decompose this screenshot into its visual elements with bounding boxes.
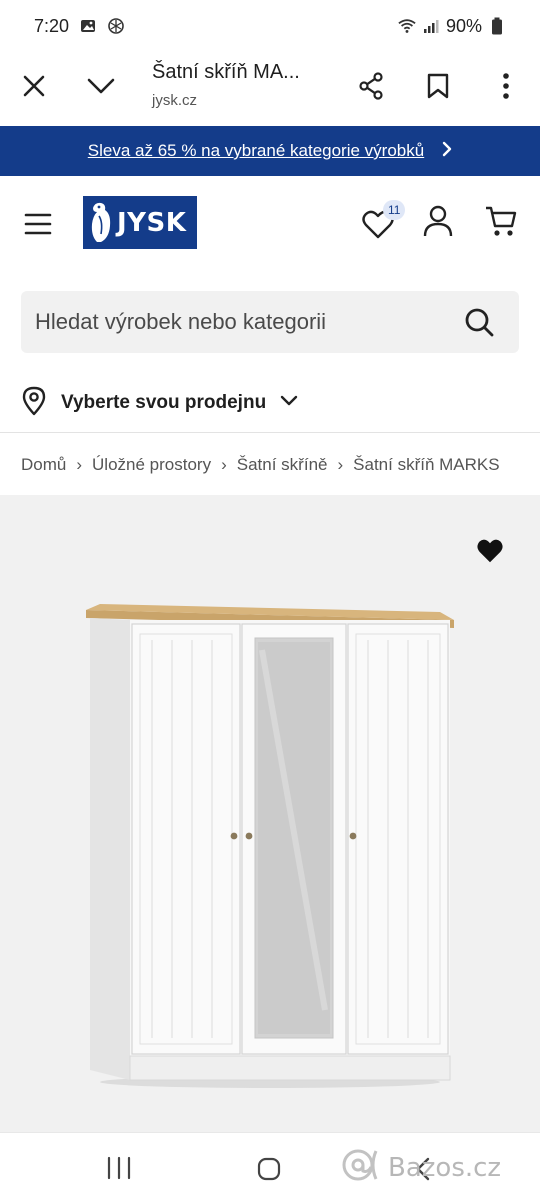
- breadcrumb-separator: ›: [221, 455, 227, 474]
- browser-toolbar: Šatní skříň MA... jysk.cz: [0, 52, 540, 126]
- watermark-text: Bazos.cz: [388, 1153, 502, 1183]
- recent-apps-icon[interactable]: [104, 1155, 134, 1181]
- heart-filled-icon[interactable]: [476, 538, 504, 564]
- status-right: 90%: [398, 16, 506, 37]
- chevron-down-icon: [280, 394, 298, 412]
- chevron-down-icon[interactable]: [75, 60, 127, 112]
- site-header: JYSK 11: [0, 176, 540, 274]
- status-bar: 7:20 90%: [0, 0, 540, 52]
- home-icon[interactable]: [255, 1155, 283, 1183]
- chevron-right-icon: [442, 141, 452, 162]
- breadcrumb-separator: ›: [337, 455, 344, 474]
- store-label: Vyberte svou prodejnu: [61, 392, 267, 413]
- cart-icon[interactable]: [484, 204, 522, 244]
- wishlist-count-badge: 11: [383, 200, 406, 220]
- store-selector[interactable]: Vyberte svou prodejnu: [21, 380, 298, 426]
- status-left: 7:20: [34, 16, 125, 37]
- search-placeholder: Hledat výrobek nebo kategorii: [35, 309, 327, 334]
- divider: [0, 432, 540, 433]
- product-image-area[interactable]: [0, 495, 540, 1132]
- logo-text: JYSK: [117, 207, 187, 238]
- system-nav-bar: Bazos.cz: [0, 1132, 540, 1200]
- watermark-logo-icon: [340, 1145, 384, 1192]
- page-title: Šatní skříň MA...: [152, 61, 300, 83]
- openai-icon: [107, 17, 125, 35]
- logo-bird-icon: [91, 202, 111, 242]
- menu-icon[interactable]: [20, 206, 56, 242]
- battery-level: 90%: [445, 15, 482, 36]
- page-url: jysk.cz: [152, 92, 197, 109]
- bookmark-icon[interactable]: [412, 60, 464, 112]
- promo-banner[interactable]: Sleva až 65 % na vybrané kategorie výrob…: [0, 126, 540, 176]
- breadcrumb-item[interactable]: Šatní skříně: [237, 455, 328, 475]
- search-icon[interactable]: [463, 306, 495, 338]
- location-pin-icon: [21, 386, 47, 421]
- breadcrumb-separator: ›: [76, 455, 83, 474]
- breadcrumb: Domů › Úložné prostory › Šatní skříně › …: [21, 448, 540, 482]
- browser-title-block[interactable]: Šatní skříň MA... jysk.cz: [152, 58, 332, 112]
- wardrobe-image: [86, 604, 454, 1088]
- wifi-icon: [398, 17, 416, 35]
- battery-icon: [488, 17, 506, 35]
- more-icon[interactable]: [480, 60, 532, 112]
- search-input[interactable]: Hledat výrobek nebo kategorii: [21, 291, 519, 353]
- breadcrumb-item[interactable]: Úložné prostory: [92, 455, 211, 475]
- breadcrumb-item[interactable]: Domů: [21, 455, 66, 475]
- jysk-logo[interactable]: JYSK: [83, 196, 197, 249]
- share-icon[interactable]: [345, 60, 397, 112]
- promo-link[interactable]: Sleva až 65 % na vybrané kategorie výrob…: [88, 141, 424, 161]
- close-icon[interactable]: [8, 60, 60, 112]
- breadcrumb-item-current: Šatní skříň MARKS: [353, 455, 500, 474]
- gallery-icon: [79, 17, 97, 35]
- user-icon[interactable]: [422, 204, 460, 244]
- signal-icon: [422, 17, 440, 35]
- status-time: 7:20: [34, 15, 70, 36]
- watermark: Bazos.cz: [340, 1145, 540, 1191]
